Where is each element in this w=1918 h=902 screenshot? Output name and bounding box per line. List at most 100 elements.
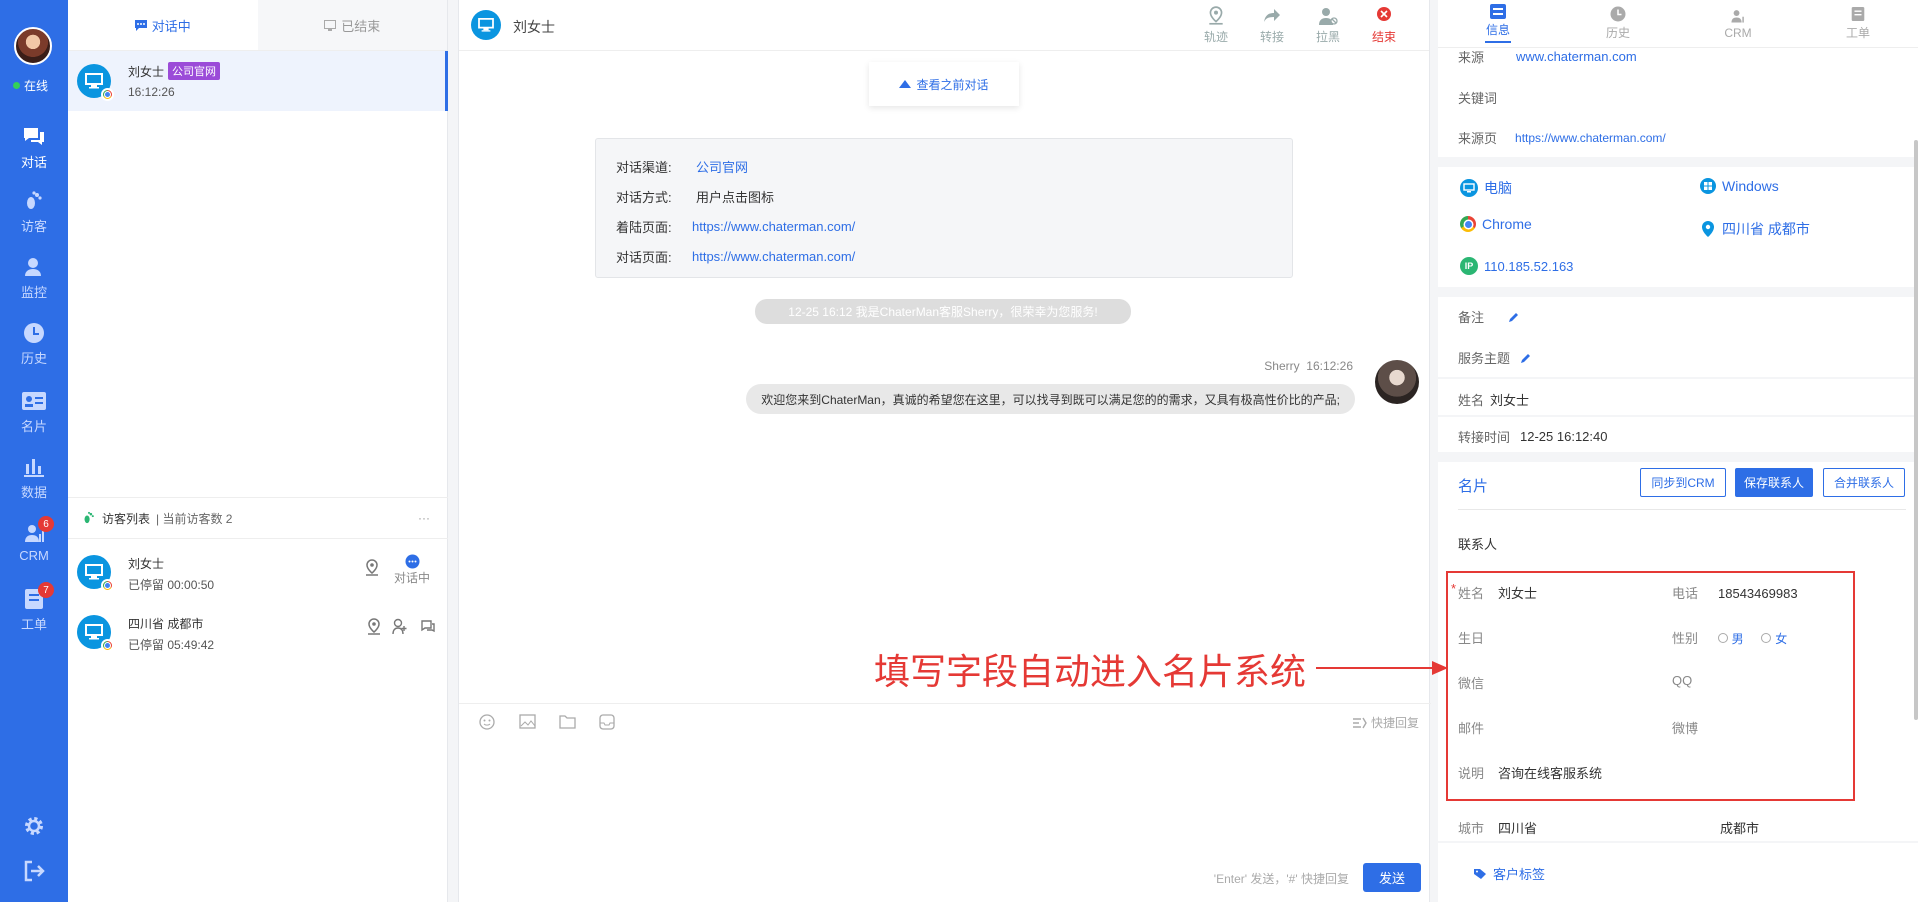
divider — [1458, 509, 1906, 510]
screenshot-button[interactable] — [595, 713, 619, 730]
edit-pencil-icon[interactable] — [1508, 311, 1520, 323]
file-button[interactable] — [555, 714, 579, 729]
landing-page-link[interactable]: https://www.chaterman.com/ — [692, 219, 855, 234]
ticket-icon — [1851, 7, 1865, 21]
panel-scrollbar[interactable] — [1914, 140, 1918, 720]
source-page-link[interactable]: https://www.chaterman.com/ — [1515, 131, 1666, 145]
online-status[interactable]: 在线 — [13, 77, 48, 94]
edit-pencil-icon[interactable] — [1520, 352, 1532, 364]
nav-monitor[interactable]: 监控 — [0, 254, 68, 310]
clock-icon — [23, 320, 45, 346]
close-circle-icon — [1377, 7, 1391, 21]
nav-data[interactable]: 数据 — [0, 454, 68, 510]
field-email[interactable]: 邮件 — [1458, 718, 1484, 737]
field-city[interactable]: 成都市 — [1720, 818, 1759, 837]
quick-reply-button[interactable]: 快捷回复 — [1352, 714, 1419, 731]
chatting-status[interactable]: 对话中 — [394, 554, 430, 586]
emoji-button[interactable] — [475, 713, 499, 730]
system-message: 12-25 16:12 我是ChaterMan客服Sherry，很荣幸为您服务! — [755, 299, 1131, 324]
location-pin-icon[interactable] — [364, 559, 380, 577]
name-row: 姓名 刘女士 — [1458, 393, 1530, 408]
tab-info[interactable]: 信息 — [1438, 0, 1558, 47]
user-avatar[interactable] — [14, 27, 52, 65]
input-toolbar: 快捷回复 — [459, 703, 1431, 739]
browser-info: Chrome — [1460, 216, 1532, 232]
chat-bubble-icon — [134, 19, 147, 31]
invite-chat-icon[interactable] — [420, 619, 436, 634]
field-phone[interactable]: 电话 18543469983 — [1672, 583, 1798, 602]
tab-crm[interactable]: CRM — [1678, 0, 1798, 47]
chat-bubble-icon — [405, 554, 419, 569]
channel-link[interactable]: 公司官网 — [696, 157, 748, 176]
agent-avatar — [1375, 360, 1419, 404]
annotation-arrow-icon — [1316, 661, 1448, 675]
emoji-icon — [479, 713, 495, 730]
os-info: Windows — [1700, 178, 1779, 194]
crm-icon — [1731, 9, 1744, 23]
ip-info: IP 110.185.52.163 — [1460, 257, 1573, 275]
end-chat-button[interactable]: 结束 — [1367, 6, 1401, 45]
phone-value[interactable]: 18543469983 — [1718, 586, 1798, 601]
merge-contact-button[interactable]: 合并联系人 — [1823, 468, 1905, 497]
save-contact-button[interactable]: 保存联系人 — [1735, 468, 1813, 497]
visitor-name: 四川省 成都市 — [128, 617, 204, 631]
nav-history[interactable]: 历史 — [0, 320, 68, 376]
conversation-item[interactable]: 刘女士 公司官网 16:12:26 — [68, 51, 448, 111]
nav-crm[interactable]: CRM 6 — [0, 516, 68, 576]
name-value[interactable]: 刘女士 — [1498, 586, 1537, 601]
divider — [1438, 377, 1918, 379]
send-button[interactable]: 发送 — [1363, 863, 1421, 892]
logout-button[interactable] — [0, 860, 68, 882]
track-button[interactable]: 轨迹 — [1199, 6, 1233, 45]
sync-crm-button[interactable]: 同步到CRM — [1640, 468, 1726, 497]
caret-up-icon — [899, 80, 912, 88]
windows-icon — [1700, 178, 1716, 194]
message-input[interactable] — [459, 740, 1429, 860]
pc-visitor-icon — [77, 64, 114, 101]
chat-page-link[interactable]: https://www.chaterman.com/ — [692, 249, 855, 264]
chrome-icon — [101, 88, 114, 101]
divider — [1438, 841, 1918, 843]
field-weibo[interactable]: 微博 — [1672, 718, 1698, 737]
gender-female-radio[interactable]: 女 — [1761, 630, 1787, 647]
image-button[interactable] — [515, 714, 539, 729]
nav-visitors[interactable]: 访客 — [0, 188, 68, 244]
transfer-row: 转接时间 12-25 16:12:40 — [1458, 429, 1608, 445]
nav-chat[interactable]: 对话 — [0, 124, 68, 180]
location-pin-icon[interactable] — [366, 618, 382, 636]
info-tabs: 信息 历史 CRM 工单 — [1438, 0, 1918, 48]
transfer-button[interactable]: 转接 — [1255, 6, 1289, 45]
customer-tags-button[interactable]: 客户标签 — [1474, 864, 1545, 883]
more-icon[interactable]: ··· — [418, 511, 430, 525]
field-province[interactable]: 城市 四川省 — [1458, 818, 1537, 837]
nav-ticket[interactable]: 工单 7 — [0, 582, 68, 642]
visitor-list-title: 访客列表 — [102, 511, 151, 526]
add-user-icon[interactable] — [392, 618, 408, 635]
tag-icon — [1474, 868, 1486, 879]
field-wechat[interactable]: 微信 — [1458, 673, 1484, 692]
visitor-row[interactable]: 刘女士 已停留 00:00:50 对话中 — [68, 543, 448, 603]
tab-active-chats[interactable]: 对话中 — [68, 0, 258, 50]
field-description[interactable]: 说明 咨询在线客服系统 — [1458, 763, 1602, 782]
description-value[interactable]: 咨询在线客服系统 — [1498, 766, 1602, 781]
settings-button[interactable] — [0, 815, 68, 837]
keyword-row: 关键词 — [1458, 91, 1498, 106]
visitor-name: 刘女士 — [128, 557, 165, 571]
block-button[interactable]: 拉黑 — [1311, 6, 1345, 45]
nav-cards[interactable]: 名片 — [0, 388, 68, 444]
visitor-list-header: 访客列表 | 当前访客数 2 ··· — [68, 497, 448, 539]
tab-ticket[interactable]: 工单 — [1798, 0, 1918, 47]
view-history-button[interactable]: 查看之前对话 — [869, 62, 1019, 106]
field-birthday[interactable]: 生日 — [1458, 628, 1484, 647]
gender-male-radio[interactable]: 男 — [1717, 630, 1744, 647]
clock-icon — [1610, 6, 1626, 22]
chrome-icon — [1460, 216, 1476, 232]
field-name[interactable]: * 姓名 刘女士 — [1451, 581, 1537, 602]
gear-icon — [25, 817, 43, 835]
annotation-text: 填写字段自动进入名片系统 — [874, 652, 1307, 693]
source-link[interactable]: www.chaterman.com — [1516, 49, 1637, 64]
tab-history[interactable]: 历史 — [1558, 0, 1678, 47]
tab-ended-chats[interactable]: 已结束 — [257, 0, 447, 50]
visitor-row[interactable]: 四川省 成都市 已停留 05:49:42 — [68, 603, 448, 663]
field-qq[interactable]: QQ — [1672, 673, 1692, 688]
